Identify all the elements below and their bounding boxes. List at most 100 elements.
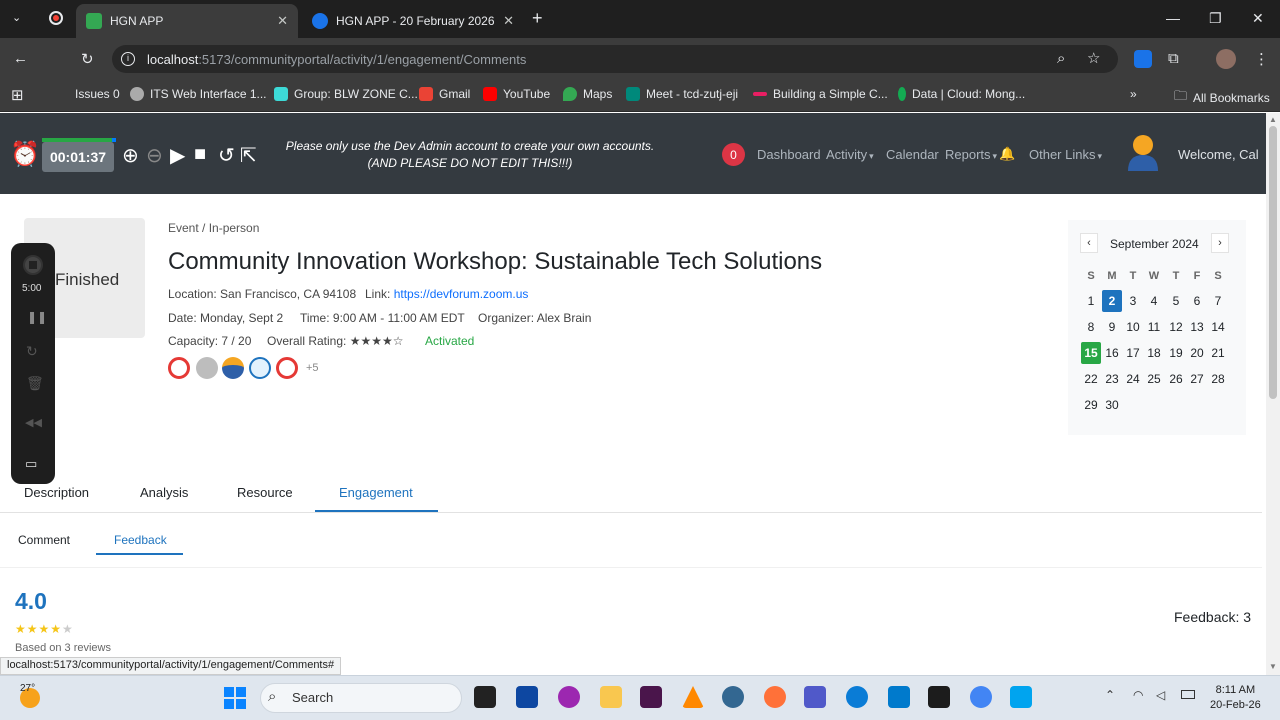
menu-kebab-icon[interactable]: ⋮ [1254,50,1269,68]
scrollbar-thumb[interactable] [1269,126,1277,399]
bookmark-star-icon[interactable]: ☆ [1087,49,1100,67]
camera-icon[interactable]: ▭ [25,456,37,472]
calendar-day[interactable]: 18 [1144,342,1164,364]
pause-icon[interactable]: ❚❚ [27,310,47,324]
bookmark-maps[interactable]: Maps [563,87,612,101]
tab-analysis[interactable]: Analysis [140,485,188,500]
bell-icon[interactable]: 🔔 [999,146,1015,162]
calendar-day[interactable]: 24 [1123,368,1143,390]
restart-icon[interactable]: ↻ [26,343,38,360]
calendar-day[interactable]: 10 [1123,316,1143,338]
calendar-day[interactable]: 20 [1187,342,1207,364]
snipping-tool-icon[interactable] [1010,686,1032,708]
tab-engagement[interactable]: Engagement [339,485,413,500]
calendar-day[interactable]: 8 [1081,316,1101,338]
bookmark-youtube[interactable]: YouTube [483,87,550,101]
calendar-day[interactable]: 7 [1208,290,1228,312]
maximize-icon[interactable]: ❐ [1209,10,1222,27]
reset-icon[interactable]: ↺ [218,143,235,168]
calendar-day[interactable]: 14 [1208,316,1228,338]
terminal-alt-app-icon[interactable] [928,686,950,708]
more-attendees[interactable]: +5 [306,362,319,374]
all-bookmarks[interactable]: 🗀 All Bookmarks [1174,87,1270,109]
tab-resource[interactable]: Resource [237,485,293,500]
play-icon[interactable]: ▶ [170,143,185,168]
calendar-prev-button[interactable]: ‹ [1080,233,1098,253]
calendar-day[interactable]: 15 [1081,342,1101,364]
welcome-user[interactable]: Welcome, Cal [1178,147,1259,162]
extension-icon[interactable] [1134,50,1152,68]
postgres-app-icon[interactable] [722,686,744,708]
notification-count-badge[interactable]: 0 [722,143,745,166]
attendee-avatar[interactable] [196,357,218,379]
attendee-avatar[interactable] [168,357,190,379]
bookmark-meet[interactable]: Meet - tcd-zutj-eji [626,87,738,101]
bookmark-group[interactable]: Group: BLW ZONE C... [274,87,418,101]
close-window-icon[interactable]: ✕ [1252,10,1264,27]
bookmarks-overflow-icon[interactable]: » [1130,87,1137,101]
alarm-clock-icon[interactable]: ⏰ [10,140,40,169]
calendar-day[interactable]: 13 [1187,316,1207,338]
scroll-down-icon[interactable]: ▼ [1269,662,1277,671]
taskbar-search[interactable] [260,683,462,713]
edge-app-icon[interactable] [846,686,868,708]
calendar-day[interactable]: 21 [1208,342,1228,364]
nav-activity[interactable]: Activity [826,147,874,162]
bookmark-data-cloud[interactable]: Data | Cloud: Mong... [898,87,1025,101]
attendee-avatar[interactable] [249,357,271,379]
store-app-icon[interactable] [516,686,538,708]
profile-avatar-icon[interactable] [1216,49,1236,69]
calendar-day[interactable]: 29 [1081,394,1101,416]
tab-search-icon[interactable]: ⌄ [12,11,21,24]
calendar-day[interactable]: 2 [1102,290,1122,312]
calendar-day[interactable]: 27 [1187,368,1207,390]
vscode-app-icon[interactable] [888,686,910,708]
zoom-search-icon[interactable]: ⌕ [1057,50,1065,67]
calendar-day[interactable]: 22 [1081,368,1101,390]
back-icon[interactable]: ← [13,50,28,67]
calendar-day[interactable]: 5 [1166,290,1186,312]
copilot-app-icon[interactable] [558,686,580,708]
minimize-icon[interactable]: — [1166,10,1180,26]
calendar-day[interactable]: 11 [1144,316,1164,338]
close-tab-icon[interactable]: ✕ [503,13,514,29]
slack-app-icon[interactable] [640,686,662,708]
bookmark-its-web[interactable]: ITS Web Interface 1... [130,87,267,101]
file-explorer-icon[interactable] [600,686,622,708]
teams-app-icon[interactable] [804,686,826,708]
terminal-app-icon[interactable] [474,686,496,708]
calendar-day[interactable]: 25 [1144,368,1164,390]
rewind-icon[interactable]: ◀◀ [25,416,42,429]
extensions-puzzle-icon[interactable]: ⧉ [1168,50,1179,67]
event-link-url[interactable]: https://devforum.zoom.us [394,287,529,301]
subtab-feedback[interactable]: Feedback [114,533,167,547]
attendee-avatar[interactable] [222,357,244,379]
calendar-day[interactable]: 23 [1102,368,1122,390]
user-avatar[interactable] [1126,133,1160,171]
bookmark-issues[interactable]: Issues 0 [75,87,120,101]
new-tab-icon[interactable]: + [532,8,543,29]
calendar-day[interactable]: 17 [1123,342,1143,364]
browser-tab-hgn-app-date[interactable]: HGN APP - 20 February 2026 ✕ [302,4,524,38]
site-info-icon[interactable]: i [121,52,135,66]
nav-other-links[interactable]: Other Links [1029,147,1102,162]
browser-tab-hgn-app[interactable]: HGN APP ✕ [76,4,298,38]
nav-dashboard[interactable]: Dashboard [757,147,821,162]
bookmark-building[interactable]: Building a Simple C... [753,87,888,101]
firefox-app-icon[interactable] [764,686,786,708]
record-tab-icon[interactable] [49,11,63,25]
apps-grid-icon[interactable]: ⊞ [11,86,24,104]
bookmark-gmail[interactable]: Gmail [419,87,470,101]
wifi-icon[interactable]: ◠ [1133,688,1143,702]
reload-icon[interactable]: ↻ [81,50,94,68]
calendar-day[interactable]: 19 [1166,342,1186,364]
add-time-icon[interactable]: ⊕ [122,143,139,168]
calendar-day[interactable]: 1 [1081,290,1101,312]
battery-icon[interactable] [1181,690,1195,699]
calendar-day[interactable]: 9 [1102,316,1122,338]
calendar-day[interactable]: 12 [1166,316,1186,338]
volume-icon[interactable]: ◁ [1156,688,1165,702]
popout-icon[interactable]: ⇱ [240,143,257,168]
tab-description[interactable]: Description [24,485,89,500]
system-clock[interactable]: 8:11 AM 20-Feb-26 [1210,683,1261,713]
